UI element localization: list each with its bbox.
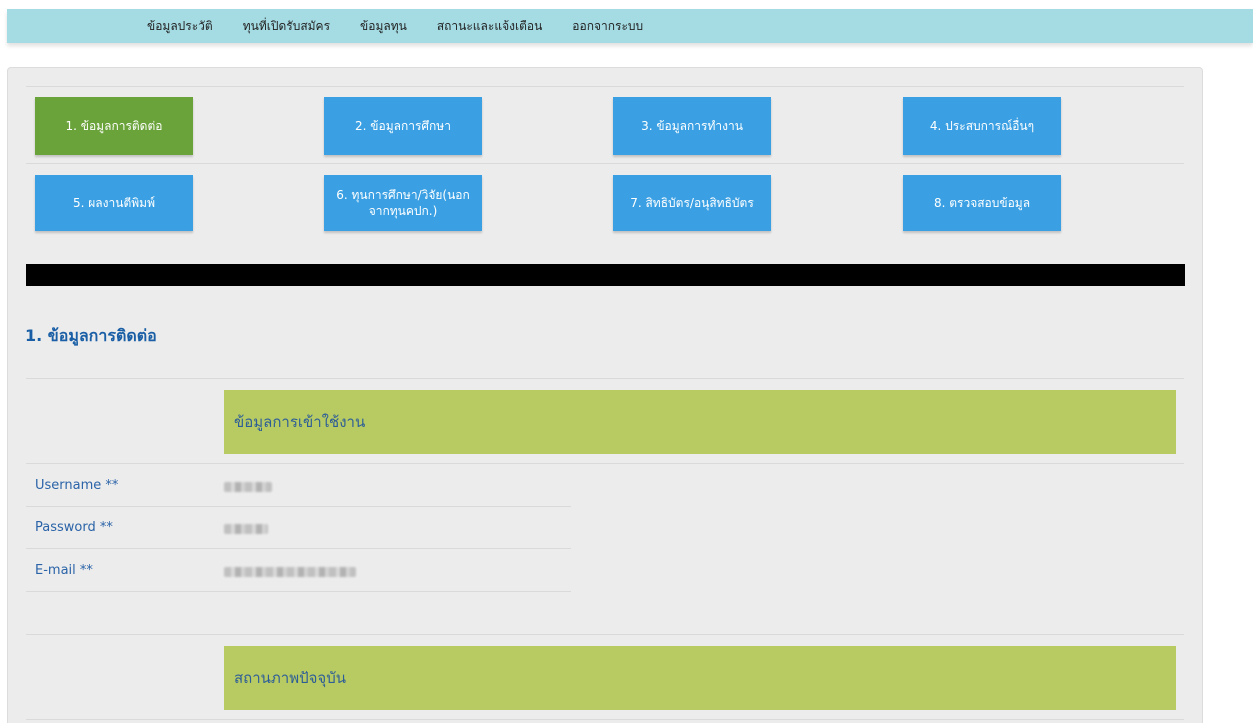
divider (26, 463, 1184, 464)
step-3-work-button[interactable]: 3. ข้อมูลการทำงาน (613, 97, 771, 155)
section-title: 1. ข้อมูลการติดต่อ (25, 326, 157, 345)
password-label: Password ** (35, 520, 113, 535)
top-nav-menu: ข้อมูลประวัติ ทุนที่เปิดรับสมัคร ข้อมูลท… (147, 17, 673, 36)
step-7-patents-button[interactable]: 7. สิทธิบัตร/อนุสิทธิบัตร (613, 175, 771, 231)
current-status-header: สถานภาพปัจจุบัน (224, 646, 1176, 710)
nav-item-logout[interactable]: ออกจากระบบ (572, 17, 643, 36)
divider (26, 378, 1184, 379)
divider (26, 86, 1184, 87)
divider (26, 634, 1184, 635)
step-2-education-button[interactable]: 2. ข้อมูลการศึกษา (324, 97, 482, 155)
username-label: Username ** (35, 478, 119, 493)
nav-item-status-notifications[interactable]: สถานะและแจ้งเตือน (437, 17, 542, 36)
step-8-review-button[interactable]: 8. ตรวจสอบข้อมูล (903, 175, 1061, 231)
redacted-bar (26, 264, 1185, 286)
top-nav-bar: ข้อมูลประวัติ ทุนที่เปิดรับสมัคร ข้อมูลท… (7, 9, 1253, 43)
login-info-header: ข้อมูลการเข้าใช้งาน (224, 390, 1176, 454)
username-value-redacted (224, 482, 272, 492)
step-4-experience-button[interactable]: 4. ประสบการณ์อื่นๆ (903, 97, 1061, 155)
email-label: E-mail ** (35, 563, 93, 578)
divider (26, 719, 1184, 720)
nav-item-open-scholarships[interactable]: ทุนที่เปิดรับสมัคร (243, 17, 330, 36)
divider (26, 548, 571, 549)
divider (26, 506, 571, 507)
divider (26, 163, 1184, 164)
nav-item-profile[interactable]: ข้อมูลประวัติ (147, 17, 213, 36)
step-1-contact-button[interactable]: 1. ข้อมูลการติดต่อ (35, 97, 193, 155)
step-6-other-scholarships-button[interactable]: 6. ทุนการศึกษา/วิจัย(นอกจากทุนคปก.) (324, 175, 482, 231)
nav-item-scholarship-info[interactable]: ข้อมูลทุน (360, 17, 407, 36)
email-value-redacted (224, 567, 356, 577)
main-panel: 1. ข้อมูลการติดต่อ 2. ข้อมูลการศึกษา 3. … (7, 67, 1203, 723)
step-5-publications-button[interactable]: 5. ผลงานตีพิมพ์ (35, 175, 193, 231)
password-value-redacted (224, 524, 268, 534)
divider (26, 591, 571, 592)
